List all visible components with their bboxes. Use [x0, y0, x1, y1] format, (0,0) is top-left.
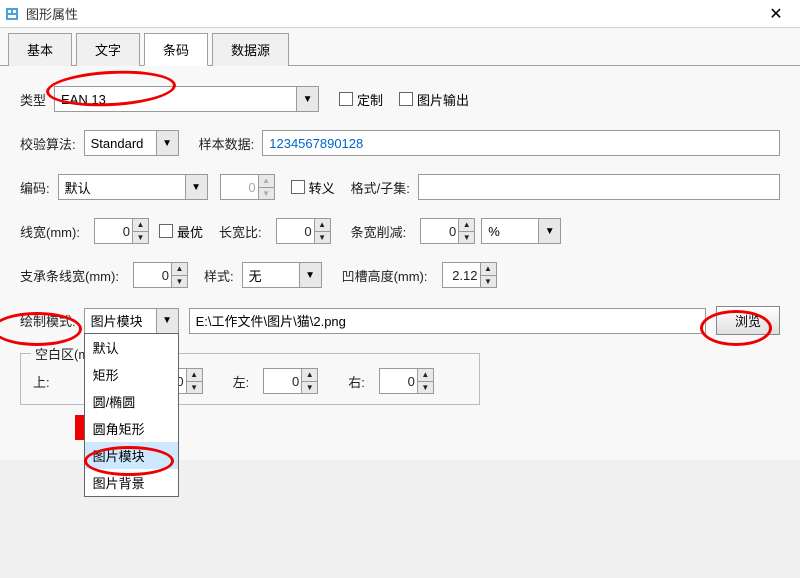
down-icon[interactable]: ▼ [418, 382, 433, 394]
fmt-label: 格式/子集: [351, 178, 410, 197]
right-label: 右: [348, 372, 365, 391]
row-drawmode: 绘制模式: 图片模块 ▼ 默认 矩形 圆/椭圆 圆角矩形 图片模块 图片背景 E… [20, 306, 780, 335]
up-icon[interactable]: ▲ [302, 369, 317, 382]
left-label: 左: [233, 372, 250, 391]
chevron-down-icon: ▼ [156, 309, 178, 333]
lw-label: 线宽(mm): [20, 222, 80, 241]
enc-spinner[interactable]: 0 ▲▼ [220, 174, 275, 200]
img-out-checkbox[interactable] [399, 92, 413, 106]
row-checksum: 校验算法: Standard ▼ 样本数据: 1234567890128 [20, 130, 780, 156]
type-select[interactable]: EAN 13 ▼ [54, 86, 319, 112]
tab-barcode[interactable]: 条码 [144, 33, 208, 66]
enc-select[interactable]: 默认 ▼ [58, 174, 208, 200]
top-label: 上: [33, 372, 50, 391]
style-select[interactable]: 无 ▼ [242, 262, 322, 288]
sample-input[interactable]: 1234567890128 [262, 130, 780, 156]
best-label: 最优 [177, 222, 203, 241]
chevron-down-icon: ▼ [299, 263, 321, 287]
up-icon[interactable]: ▲ [481, 263, 496, 276]
mode-select[interactable]: 图片模块 ▼ 默认 矩形 圆/椭圆 圆角矩形 图片模块 图片背景 [84, 308, 179, 334]
custom-label: 定制 [357, 90, 383, 109]
ratio-label: 长宽比: [219, 222, 262, 241]
chevron-down-icon: ▼ [156, 131, 178, 155]
left-spinner[interactable]: 0 ▲▼ [263, 368, 318, 394]
window-title: 图形属性 [26, 4, 756, 23]
mode-opt-rect[interactable]: 矩形 [85, 361, 178, 388]
down-icon[interactable]: ▼ [481, 276, 496, 288]
type-label: 类型 [20, 90, 46, 109]
chevron-down-icon: ▼ [538, 219, 560, 243]
up-icon[interactable]: ▲ [418, 369, 433, 382]
mode-dropdown: 默认 矩形 圆/椭圆 圆角矩形 图片模块 图片背景 [84, 333, 179, 497]
down-icon[interactable]: ▼ [302, 382, 317, 394]
chevron-down-icon: ▼ [296, 87, 318, 111]
mode-opt-imgbg[interactable]: 图片背景 [85, 469, 178, 496]
down-icon[interactable]: ▼ [259, 188, 274, 200]
titlebar: 图形属性 ✕ [0, 0, 800, 28]
content-pane: 类型 EAN 13 ▼ 定制 图片输出 校验算法: Standard ▼ 样本数… [0, 66, 800, 460]
app-icon [4, 6, 20, 22]
escape-checkbox[interactable] [291, 180, 305, 194]
up-icon[interactable]: ▲ [133, 219, 148, 232]
bw-spinner[interactable]: 0 ▲▼ [133, 262, 188, 288]
tab-bar: 基本 文字 条码 数据源 [0, 28, 800, 66]
style-label: 样式: [204, 266, 234, 285]
mode-opt-roundrect[interactable]: 圆角矩形 [85, 415, 178, 442]
fmt-input[interactable] [418, 174, 780, 200]
escape-label: 转义 [309, 178, 335, 197]
row-bearer: 支承条线宽(mm): 0 ▲▼ 样式: 无 ▼ 凹槽高度(mm): 2.12 ▲… [20, 262, 780, 288]
row-encoding: 编码: 默认 ▼ 0 ▲▼ 转义 格式/子集: [20, 174, 780, 200]
up-icon[interactable]: ▲ [315, 219, 330, 232]
mode-opt-default[interactable]: 默认 [85, 334, 178, 361]
notch-label: 凹槽高度(mm): [342, 266, 428, 285]
mode-label: 绘制模式: [20, 311, 76, 330]
algo-select[interactable]: Standard ▼ [84, 130, 179, 156]
up-icon[interactable]: ▲ [187, 369, 202, 382]
close-button[interactable]: ✕ [756, 4, 796, 24]
browse-button[interactable]: 浏览 [716, 306, 780, 335]
unit-select[interactable]: % ▼ [481, 218, 561, 244]
up-icon[interactable]: ▲ [259, 175, 274, 188]
algo-label: 校验算法: [20, 134, 76, 153]
down-icon[interactable]: ▼ [187, 382, 202, 394]
path-input[interactable]: E:\工作文件\图片\猫\2.png [189, 308, 706, 334]
enc-label: 编码: [20, 178, 50, 197]
reduce-label: 条宽削减: [351, 222, 407, 241]
sample-label: 样本数据: [199, 134, 255, 153]
tab-datasource[interactable]: 数据源 [212, 33, 289, 66]
row-linewidth: 线宽(mm): 0 ▲▼ 最优 长宽比: 0 ▲▼ 条宽削减: 0 ▲▼ % ▼ [20, 218, 780, 244]
down-icon[interactable]: ▼ [133, 232, 148, 244]
row-type: 类型 EAN 13 ▼ 定制 图片输出 [20, 86, 780, 112]
notch-spinner[interactable]: 2.12 ▲▼ [442, 262, 497, 288]
best-checkbox[interactable] [159, 224, 173, 238]
tab-basic[interactable]: 基本 [8, 33, 72, 66]
mode-opt-imgtile[interactable]: 图片模块 [85, 442, 178, 469]
tab-text[interactable]: 文字 [76, 33, 140, 66]
bw-label: 支承条线宽(mm): [20, 266, 119, 285]
reduce-spinner[interactable]: 0 ▲▼ [420, 218, 475, 244]
custom-checkbox[interactable] [339, 92, 353, 106]
ratio-spinner[interactable]: 0 ▲▼ [276, 218, 331, 244]
mode-opt-ellipse[interactable]: 圆/椭圆 [85, 388, 178, 415]
down-icon[interactable]: ▼ [172, 276, 187, 288]
up-icon[interactable]: ▲ [459, 219, 474, 232]
img-out-label: 图片输出 [417, 90, 469, 109]
right-spinner[interactable]: 0 ▲▼ [379, 368, 434, 394]
chevron-down-icon: ▼ [185, 175, 207, 199]
up-icon[interactable]: ▲ [172, 263, 187, 276]
lw-spinner[interactable]: 0 ▲▼ [94, 218, 149, 244]
down-icon[interactable]: ▼ [459, 232, 474, 244]
down-icon[interactable]: ▼ [315, 232, 330, 244]
